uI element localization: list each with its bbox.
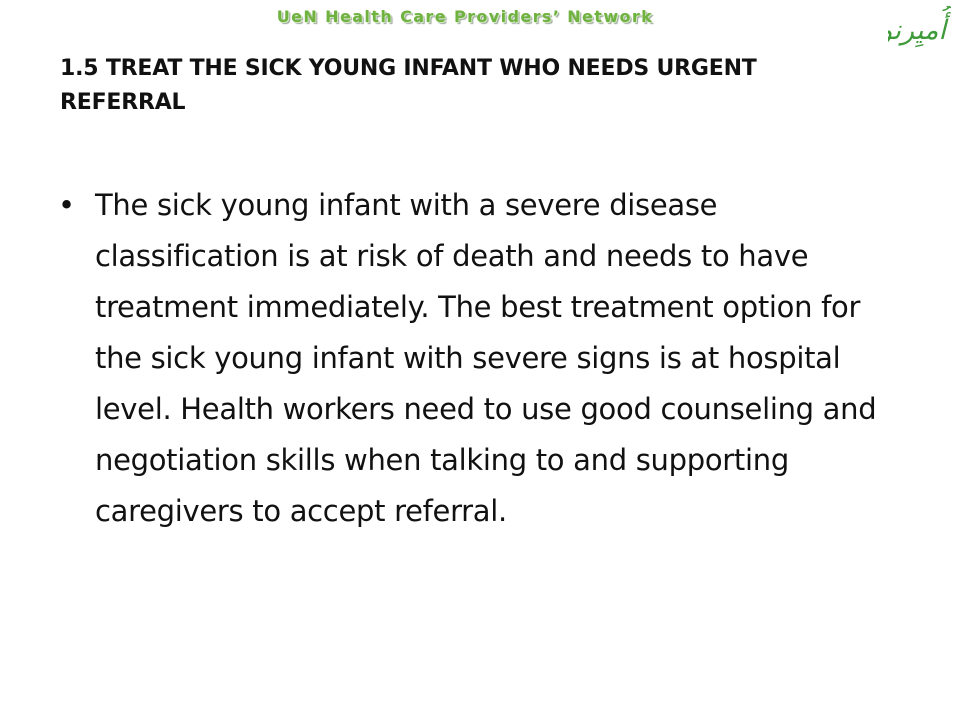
bullet-text: The sick young infant with a severe dise… — [95, 188, 877, 528]
network-name-header: UeN Health Care Providers’ Network — [276, 7, 654, 26]
slide-body: • The sick young infant with a severe di… — [58, 180, 898, 537]
bullet-icon: • — [58, 188, 75, 222]
bullet-item: • The sick young infant with a severe di… — [58, 180, 898, 537]
ameerno-logo-icon: أُميِرنو — [888, 6, 951, 48]
slide: UeN Health Care Providers’ Network أُميِ… — [0, 0, 960, 720]
logo-lettering: أُميِرنو — [888, 6, 951, 48]
slide-title: 1.5 TREAT THE SICK YOUNG INFANT WHO NEED… — [60, 56, 757, 115]
